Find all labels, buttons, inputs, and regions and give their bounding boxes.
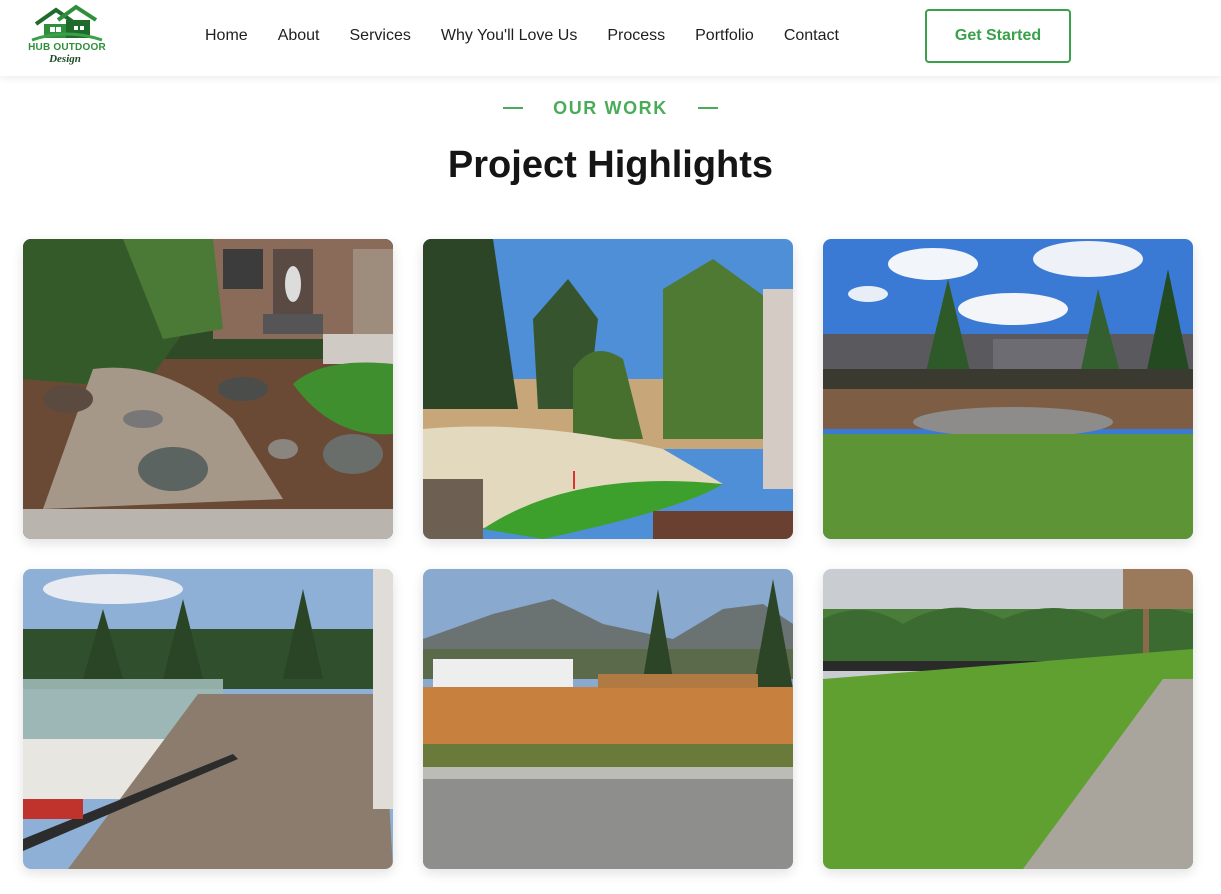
brand-tagline: Design <box>49 53 81 65</box>
gallery-card-deck[interactable] <box>23 569 393 869</box>
site-header: HUB OUTDOOR Design Home About Services W… <box>0 0 1221 76</box>
nav-process[interactable]: Process <box>592 26 680 46</box>
eyebrow-text: OUR WORK <box>553 98 668 118</box>
backyard-fire-pit-patio-photo <box>823 239 1193 539</box>
gallery-card-lawn[interactable] <box>823 569 1193 869</box>
gallery-card-patio[interactable] <box>823 239 1193 539</box>
composite-deck-glass-railing-photo <box>23 569 393 869</box>
gallery-card-putting-green[interactable] <box>423 239 793 539</box>
nav-services[interactable]: Services <box>335 26 426 46</box>
brand-name: HUB OUTDOOR <box>28 42 106 53</box>
backyard-putting-green-photo <box>423 239 793 539</box>
gallery-card-fence[interactable] <box>423 569 793 869</box>
nav-home[interactable]: Home <box>190 26 263 46</box>
eyebrow-rule-right <box>697 107 718 109</box>
section-eyebrow: OUR WORK <box>0 97 1221 119</box>
section-title: Project Highlights <box>447 144 774 186</box>
nav-about[interactable]: About <box>263 26 335 46</box>
eyebrow-rule-left <box>503 107 524 109</box>
brand-logo[interactable]: HUB OUTDOOR Design <box>22 4 112 68</box>
house-leaf-icon <box>31 4 103 42</box>
nav-contact[interactable]: Contact <box>769 26 854 46</box>
get-started-button[interactable]: Get Started <box>925 9 1071 63</box>
gallery-card-rock-garden[interactable] <box>23 239 393 539</box>
main-nav: Home About Services Why You'll Love Us P… <box>190 26 854 46</box>
new-sod-lawn-photo <box>823 569 1193 869</box>
nav-portfolio[interactable]: Portfolio <box>680 26 769 46</box>
nav-why-youll-love-us[interactable]: Why You'll Love Us <box>426 26 592 46</box>
cedar-fence-mountain-view-photo <box>423 569 793 869</box>
front-yard-rock-garden-photo <box>23 239 393 539</box>
